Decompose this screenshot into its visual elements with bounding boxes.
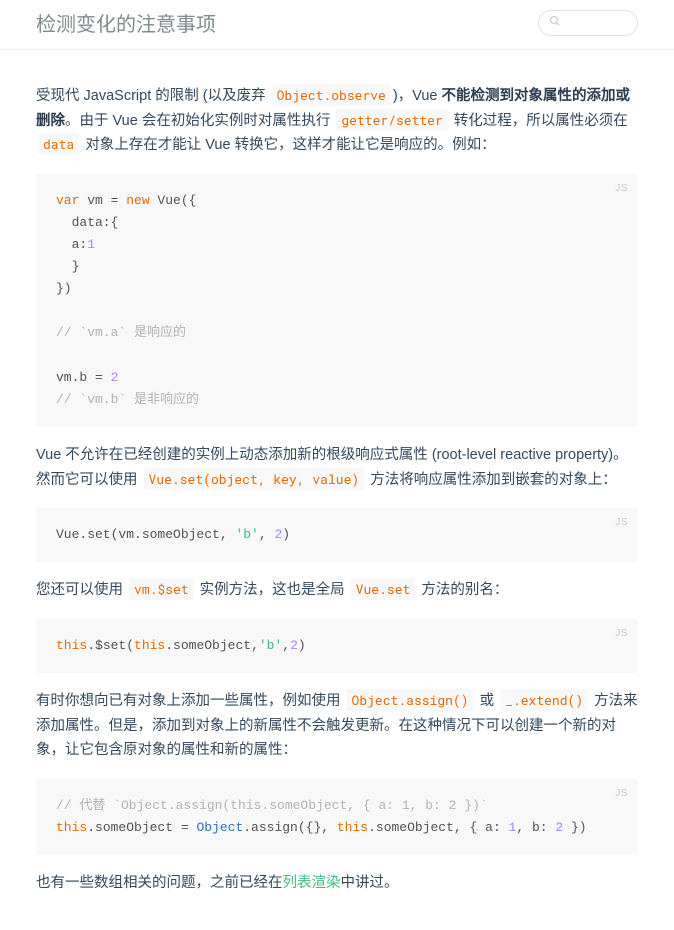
code-block-3: JS this.$set(this.someObject,'b',2) bbox=[36, 619, 638, 673]
paragraph-intro: 受现代 JavaScript 的限制 (以及废弃 Object.observe)… bbox=[36, 84, 638, 158]
text: 有时你想向已有对象上添加一些属性，例如使用 bbox=[36, 693, 345, 709]
text: 。由于 Vue 会在初始化实例时对属性执行 bbox=[65, 113, 334, 129]
text: 中讲过。 bbox=[341, 875, 399, 891]
text: 转化过程，所以属性必须在 bbox=[450, 113, 628, 129]
text: 或 bbox=[476, 693, 499, 709]
code-lang-label: JS bbox=[615, 625, 628, 642]
text: 实例方法，这也是全局 bbox=[196, 582, 349, 598]
code-block-1: JS var vm = new Vue({ data:{ a:1 } }) //… bbox=[36, 174, 638, 427]
code-lang-label: JS bbox=[615, 514, 628, 531]
search-icon bbox=[549, 15, 561, 30]
code-getter-setter: getter/setter bbox=[336, 109, 447, 131]
code-block-2: JS Vue.set(vm.someObject, 'b', 2) bbox=[36, 508, 638, 562]
text: )，Vue bbox=[393, 88, 442, 104]
code-content: var vm = new Vue({ data:{ a:1 } }) // `v… bbox=[56, 190, 618, 411]
text: 对象上存在才能让 Vue 转换它，这样才能让它是响应的。例如： bbox=[81, 137, 495, 153]
code-vm-set: vm.$set bbox=[129, 578, 194, 600]
link-list-rendering[interactable]: 列表渲染 bbox=[283, 875, 341, 891]
paragraph-object-assign: 有时你想向已有对象上添加一些属性，例如使用 Object.assign() 或 … bbox=[36, 689, 638, 763]
paragraph-vm-set: 您还可以使用 vm.$set 实例方法，这也是全局 Vue.set 方法的别名： bbox=[36, 578, 638, 603]
code-block-4: JS // 代替 `Object.assign(this.someObject,… bbox=[36, 779, 638, 855]
text: 也有一些数组相关的问题，之前已经在 bbox=[36, 875, 283, 891]
text: 您还可以使用 bbox=[36, 582, 127, 598]
code-lang-label: JS bbox=[615, 180, 628, 197]
code-vue-set: Vue.set bbox=[351, 578, 416, 600]
code-data: data bbox=[38, 133, 79, 155]
search-box[interactable] bbox=[538, 10, 638, 36]
main-content: 受现代 JavaScript 的限制 (以及废弃 Object.observe)… bbox=[0, 50, 674, 930]
code-content: this.$set(this.someObject,'b',2) bbox=[56, 635, 618, 657]
text: 方法的别名： bbox=[417, 582, 508, 598]
page-header: 检测变化的注意事项 bbox=[0, 0, 674, 50]
code-object-observe: Object.observe bbox=[272, 84, 391, 106]
code-lang-label: JS bbox=[615, 785, 628, 802]
code-content: // 代替 `Object.assign(this.someObject, { … bbox=[56, 795, 618, 839]
text: 受现代 JavaScript 的限制 (以及废弃 bbox=[36, 88, 270, 104]
text: 方法将响应属性添加到嵌套的对象上： bbox=[366, 472, 617, 488]
paragraph-array: 也有一些数组相关的问题，之前已经在列表渲染中讲过。 bbox=[36, 871, 638, 896]
code-extend: _.extend() bbox=[500, 689, 588, 711]
search-input[interactable] bbox=[567, 15, 627, 30]
code-object-assign: Object.assign() bbox=[347, 689, 474, 711]
code-content: Vue.set(vm.someObject, 'b', 2) bbox=[56, 524, 618, 546]
code-vue-set-sig: Vue.set(object, key, value) bbox=[144, 468, 365, 490]
page-title: 检测变化的注意事项 bbox=[36, 8, 216, 37]
paragraph-vue-set: Vue 不允许在已经创建的实例上动态添加新的根级响应式属性 (root-leve… bbox=[36, 443, 638, 492]
